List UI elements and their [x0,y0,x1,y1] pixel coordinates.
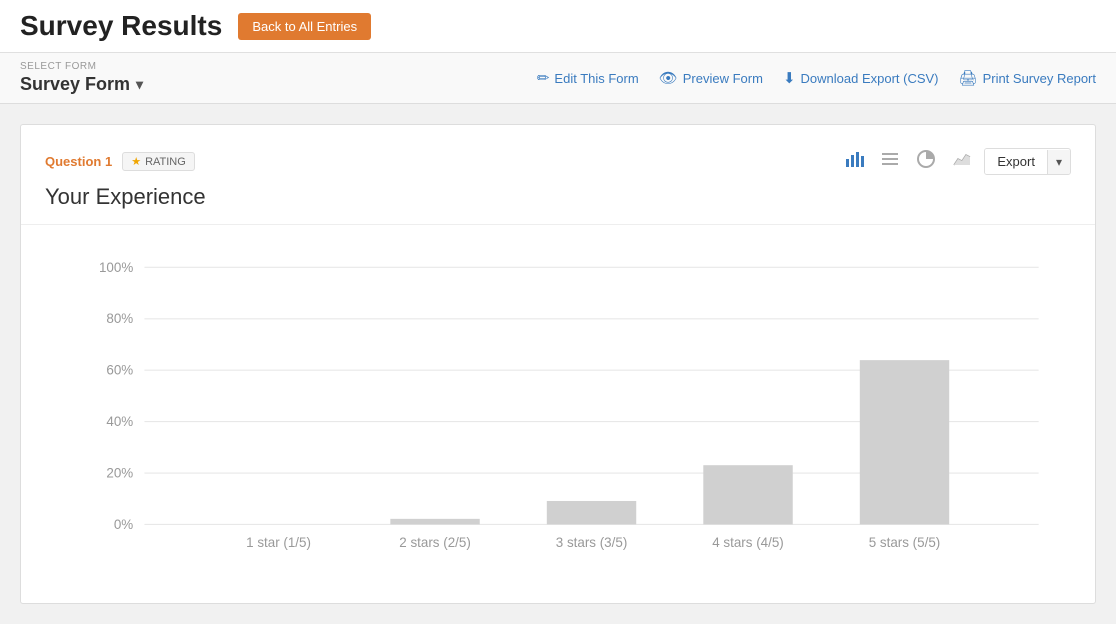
bar-2 [390,519,479,525]
question-meta: Question 1 ★ RATING [45,152,195,171]
back-button[interactable]: Back to All Entries [238,13,371,40]
svg-text:80%: 80% [106,311,133,326]
form-selector-area: SELECT FORM Survey Form ▾ [20,61,143,95]
question-title: Your Experience [45,184,1071,210]
question-type-label: RATING [145,156,186,168]
bar-chart-icon [844,149,864,169]
preview-form-button[interactable]: 👁 Preview Form [659,69,763,87]
question-header: Question 1 ★ RATING [45,145,1071,178]
top-header: Survey Results Back to All Entries [0,0,1116,53]
rating-badge: ★ RATING [122,152,195,171]
print-report-label: Print Survey Report [983,71,1096,86]
bar-3 [547,501,636,524]
svg-text:2 stars (2/5): 2 stars (2/5) [399,535,471,550]
list-icon [880,149,900,169]
download-csv-button[interactable]: ⬇ Download Export (CSV) [783,69,939,87]
page-title: Survey Results [20,10,222,42]
svg-text:40%: 40% [106,414,133,429]
export-dropdown-arrow[interactable]: ▾ [1047,150,1070,174]
pie-chart-icon [916,149,936,169]
chart-controls: Export ▾ [840,145,1071,178]
question-card: Question 1 ★ RATING [20,124,1096,604]
chart-area: 100% 80% 60% 40% 20% 0% 1 star (1/5) 2 s… [45,245,1071,583]
edit-icon: ✏ [537,69,550,87]
download-icon: ⬇ [783,69,796,87]
print-report-button[interactable]: 🖨 Print Survey Report [959,69,1096,87]
bar-4 [703,465,792,524]
export-dropdown-button[interactable]: Export [985,149,1047,174]
list-view-button[interactable] [876,145,904,178]
svg-text:20%: 20% [106,465,133,480]
area-chart-button[interactable] [948,145,976,178]
svg-text:100%: 100% [99,260,133,275]
print-icon: 🖨 [959,69,978,87]
svg-text:60%: 60% [106,363,133,378]
form-select-button[interactable]: Survey Form ▾ [20,74,143,95]
question-divider [21,224,1095,225]
svg-text:1 star (1/5): 1 star (1/5) [246,535,311,550]
svg-text:5 stars (5/5): 5 stars (5/5) [869,535,941,550]
main-content: Question 1 ★ RATING [0,104,1116,624]
form-name-label: Survey Form [20,74,130,95]
select-form-label: SELECT FORM [20,61,143,72]
svg-text:3 stars (3/5): 3 stars (3/5) [556,535,628,550]
eye-icon: 👁 [659,69,678,87]
bar-5 [860,360,949,524]
pie-chart-button[interactable] [912,145,940,178]
bar-chart-svg: 100% 80% 60% 40% 20% 0% 1 star (1/5) 2 s… [55,245,1061,580]
chevron-down-icon: ▾ [136,76,143,93]
export-dropdown: Export ▾ [984,148,1071,175]
download-csv-label: Download Export (CSV) [801,71,939,86]
toolbar-actions: ✏ Edit This Form 👁 Preview Form ⬇ Downlo… [537,69,1096,87]
area-chart-icon [952,149,972,169]
svg-text:4 stars (4/5): 4 stars (4/5) [712,535,784,550]
star-icon: ★ [131,155,141,168]
edit-form-button[interactable]: ✏ Edit This Form [537,69,639,87]
preview-form-label: Preview Form [683,71,763,86]
edit-form-label: Edit This Form [554,71,638,86]
bar-chart-button[interactable] [840,145,868,178]
question-number: Question 1 [45,154,112,169]
svg-text:0%: 0% [114,517,133,532]
toolbar: SELECT FORM Survey Form ▾ ✏ Edit This Fo… [0,53,1116,104]
